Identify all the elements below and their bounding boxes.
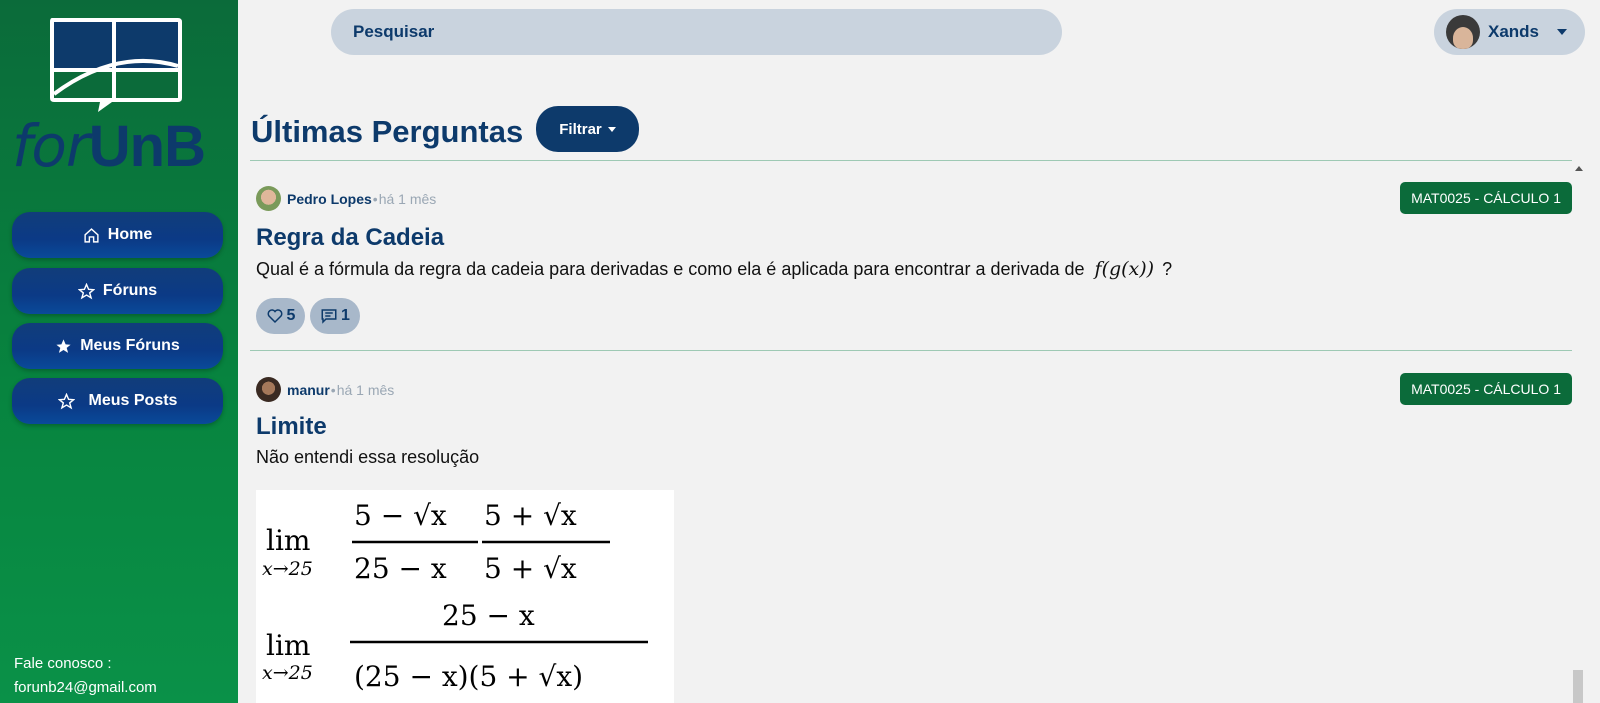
forum-tag[interactable]: MAT0025 - CÁLCULO 1 bbox=[1400, 182, 1572, 214]
scroll-up-arrow-icon[interactable] bbox=[1575, 166, 1583, 171]
post-body: Qual é a fórmula da regra da cadeia para… bbox=[256, 258, 1172, 280]
post-card[interactable]: manur • há 1 mês MAT0025 - CÁLCULO 1 Lim… bbox=[250, 373, 1572, 483]
user-name: Xands bbox=[1488, 22, 1540, 41]
comment-icon bbox=[321, 309, 337, 324]
contact-label: Fale conosco : bbox=[14, 655, 112, 672]
comment-button[interactable]: 1 bbox=[310, 298, 360, 334]
post-meta: Pedro Lopes • há 1 mês bbox=[256, 186, 436, 211]
post-math: f(g(x)) bbox=[1094, 258, 1155, 280]
nav-meus-posts-button[interactable]: Meus Posts bbox=[12, 378, 223, 424]
nav-foruns-button[interactable]: Fóruns bbox=[12, 268, 223, 314]
like-count: 5 bbox=[286, 307, 296, 324]
avatar bbox=[256, 377, 281, 402]
star-filled-icon bbox=[56, 338, 71, 353]
fraction-denominator: (25 − x)(5 + √x) bbox=[354, 660, 583, 693]
user-menu-button[interactable]: Xands bbox=[1434, 9, 1585, 55]
lim-label: lim bbox=[266, 524, 310, 557]
post-card[interactable]: Pedro Lopes • há 1 mês MAT0025 - CÁLCULO… bbox=[250, 182, 1572, 352]
nav-meus-foruns-button[interactable]: Meus Fóruns bbox=[12, 323, 223, 369]
nav-home-button[interactable]: Home bbox=[12, 212, 223, 258]
post-author[interactable]: Pedro Lopes bbox=[287, 191, 372, 207]
page-title: Últimas Perguntas bbox=[251, 114, 524, 149]
post-time: há 1 mês bbox=[336, 381, 395, 398]
divider bbox=[250, 160, 1572, 161]
filter-button[interactable]: Filtrar bbox=[536, 106, 639, 152]
avatar bbox=[1446, 15, 1480, 49]
lim-label: lim bbox=[266, 629, 310, 662]
contact-email[interactable]: forunb24@gmail.com bbox=[14, 676, 157, 700]
star-outline-icon bbox=[57, 392, 75, 409]
fraction-denominator: 25 − x bbox=[354, 552, 447, 585]
contact-info: Fale conosco : forunb24@gmail.com bbox=[14, 652, 157, 700]
lim-subscript: x→25 bbox=[262, 662, 313, 684]
post-author[interactable]: manur bbox=[287, 382, 330, 398]
post-body-text: Qual é a fórmula da regra da cadeia para… bbox=[256, 259, 1085, 279]
post-time: há 1 mês bbox=[378, 190, 437, 207]
forum-tag[interactable]: MAT0025 - CÁLCULO 1 bbox=[1400, 373, 1572, 405]
brand-unb: UnB bbox=[88, 114, 206, 179]
post-body: Não entendi essa resolução bbox=[256, 447, 480, 467]
chevron-down-icon bbox=[1557, 29, 1568, 35]
star-outline-icon bbox=[77, 282, 95, 299]
post-image: lim x→25 5 − √x 25 − x 5 + √x 5 + √x lim… bbox=[256, 490, 674, 703]
comment-count: 1 bbox=[341, 307, 350, 324]
avatar bbox=[256, 186, 281, 211]
search-placeholder: Pesquisar bbox=[353, 22, 435, 41]
meta-separator: • bbox=[330, 381, 336, 398]
nav-meus-foruns-label: Meus Fóruns bbox=[80, 337, 180, 354]
post-title[interactable]: Limite bbox=[256, 413, 327, 441]
post-body-end: ? bbox=[1162, 259, 1173, 279]
nav-home-label: Home bbox=[107, 226, 153, 243]
post-title[interactable]: Regra da Cadeia bbox=[256, 224, 444, 252]
nav-meus-posts-label: Meus Posts bbox=[88, 392, 178, 409]
post-meta: manur • há 1 mês bbox=[256, 377, 394, 402]
fraction-denominator: 5 + √x bbox=[484, 552, 577, 585]
nav-foruns-label: Fóruns bbox=[102, 282, 158, 299]
fraction-numerator: 5 − √x bbox=[354, 499, 447, 532]
sidebar: forUnB Home Fóruns Meus Fóruns Meus Post… bbox=[0, 0, 238, 703]
brand-wordmark: forUnB bbox=[12, 112, 206, 180]
unb-logo bbox=[46, 14, 186, 118]
brand-for: for bbox=[12, 112, 90, 180]
divider bbox=[250, 350, 1572, 351]
like-button[interactable]: 5 bbox=[256, 298, 305, 334]
filter-label: Filtrar bbox=[559, 120, 602, 138]
caret-down-icon bbox=[607, 126, 616, 132]
home-icon bbox=[84, 227, 99, 243]
fraction-numerator: 25 − x bbox=[442, 599, 535, 632]
search-input[interactable]: Pesquisar bbox=[331, 9, 1062, 55]
lim-subscript: x→25 bbox=[262, 558, 313, 580]
fraction-numerator: 5 + √x bbox=[484, 499, 577, 532]
meta-separator: • bbox=[372, 190, 378, 207]
heart-icon bbox=[267, 309, 283, 324]
scrollbar-thumb[interactable] bbox=[1573, 670, 1583, 703]
